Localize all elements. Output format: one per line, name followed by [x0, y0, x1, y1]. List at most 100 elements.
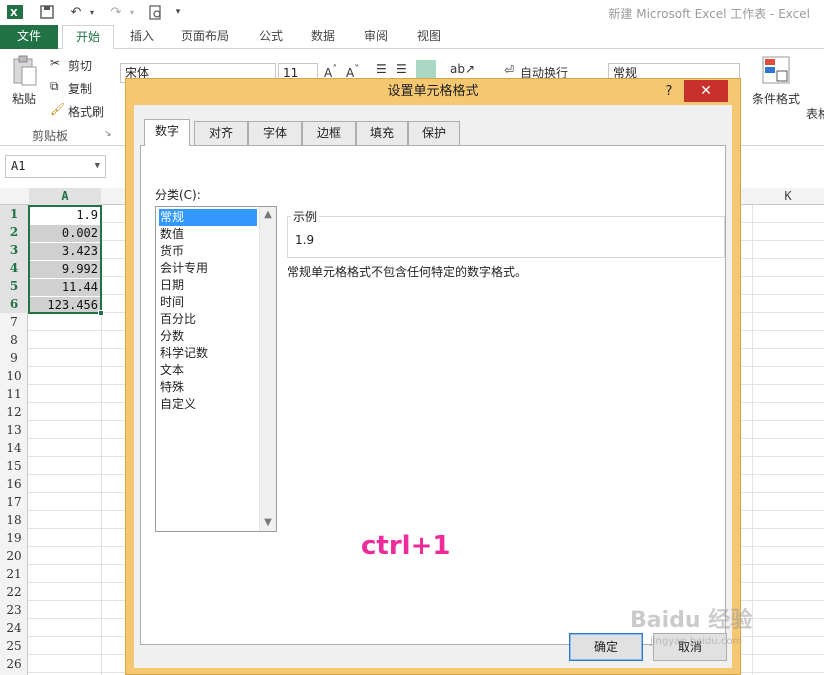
sample-value: 1.9 [295, 233, 315, 247]
row-header-21[interactable]: 21 [0, 565, 28, 583]
orientation-icon[interactable]: ab↗ [450, 62, 475, 76]
category-item-number[interactable]: 数值 [159, 226, 257, 243]
redo-icon[interactable]: ↷ [106, 3, 126, 21]
fill-handle[interactable] [98, 310, 104, 316]
row-header-22[interactable]: 22 [0, 583, 28, 601]
app-title: 新建 Microsoft Excel 工作表 - Excel [608, 7, 810, 21]
category-item-fraction[interactable]: 分数 [159, 328, 257, 345]
row-header-20[interactable]: 20 [0, 547, 28, 565]
row-header-10[interactable]: 10 [0, 367, 28, 385]
tab-fill[interactable]: 填充 [356, 121, 408, 145]
row-header-26[interactable]: 26 [0, 655, 28, 673]
customize-toolbar-icon[interactable]: ▾ [172, 3, 184, 21]
tab-font[interactable]: 字体 [248, 121, 302, 145]
format-painter-icon[interactable]: 🖌 [50, 102, 65, 116]
row-header-1[interactable]: 1 [0, 205, 28, 223]
row-header-16[interactable]: 16 [0, 475, 28, 493]
row-header-11[interactable]: 11 [0, 385, 28, 403]
tab-file[interactable]: 文件 [0, 25, 58, 49]
align-top-icon[interactable]: ☰ [376, 62, 387, 76]
tab-review[interactable]: 审阅 [352, 25, 400, 49]
save-icon[interactable] [36, 3, 58, 21]
conditional-format-button[interactable]: 条件格式 [752, 90, 800, 107]
tab-page-layout[interactable]: 页面布局 [170, 25, 240, 49]
tab-number[interactable]: 数字 [144, 119, 190, 146]
row-header-24[interactable]: 24 [0, 619, 28, 637]
undo-icon[interactable]: ↶ [66, 3, 86, 21]
dialog-title: 设置单元格格式 [387, 84, 479, 99]
row-header-9[interactable]: 9 [0, 349, 28, 367]
row-header-14[interactable]: 14 [0, 439, 28, 457]
ok-button[interactable]: 确定 [569, 633, 643, 661]
format-painter-button[interactable]: 格式刷 [68, 103, 104, 120]
cut-button[interactable]: 剪切 [68, 57, 92, 74]
copy-button[interactable]: 复制 [68, 80, 92, 97]
conditional-format-icon[interactable] [762, 56, 790, 87]
row-header-19[interactable]: 19 [0, 529, 28, 547]
tab-formulas[interactable]: 公式 [248, 25, 294, 49]
number-tab-panel: 分类(C): 常规 数值 货币 会计专用 日期 时间 百分比 分数 科学记数 文… [140, 145, 726, 645]
dialog-body: 数字 对齐 字体 边框 填充 保护 分类(C): 常规 数值 货币 会计专用 日… [134, 105, 732, 668]
category-list[interactable]: 常规 数值 货币 会计专用 日期 时间 百分比 分数 科学记数 文本 特殊 自定… [155, 206, 277, 532]
row-header-8[interactable]: 8 [0, 331, 28, 349]
column-header-a[interactable]: A [29, 188, 101, 205]
tab-data[interactable]: 数据 [300, 25, 346, 49]
align-middle-icon[interactable]: ☰ [396, 62, 407, 76]
wrap-text-icon[interactable]: ⏎ [504, 63, 514, 77]
help-button[interactable]: ? [660, 82, 678, 102]
category-item-custom[interactable]: 自定义 [159, 396, 257, 413]
tab-home[interactable]: 开始 [62, 25, 114, 50]
table-format-button[interactable]: 表格 [806, 105, 824, 122]
category-scrollbar[interactable]: ▲ ▼ [259, 207, 276, 531]
close-button[interactable]: ✕ [684, 80, 728, 102]
row-header-25[interactable]: 25 [0, 637, 28, 655]
category-item-scientific[interactable]: 科学记数 [159, 345, 257, 362]
sample-group [287, 216, 725, 258]
row-header-18[interactable]: 18 [0, 511, 28, 529]
row-header-3[interactable]: 3 [0, 241, 28, 259]
tab-alignment[interactable]: 对齐 [194, 121, 248, 145]
row-header-15[interactable]: 15 [0, 457, 28, 475]
clipboard-launcher-icon[interactable]: ↘ [104, 129, 112, 139]
row-header-13[interactable]: 13 [0, 421, 28, 439]
column-header-k[interactable]: K [752, 188, 824, 205]
cut-icon[interactable]: ✂ [50, 56, 60, 70]
name-box[interactable]: A1 ▼ [5, 155, 106, 178]
tab-view[interactable]: 视图 [406, 25, 452, 49]
category-item-general[interactable]: 常规 [159, 209, 257, 226]
row-header-5[interactable]: 5 [0, 277, 28, 295]
paste-button[interactable]: 粘贴 [12, 90, 36, 107]
row-header-17[interactable]: 17 [0, 493, 28, 511]
undo-dropdown-icon[interactable]: ▾ [86, 3, 98, 21]
category-label: 分类(C): [155, 188, 201, 202]
svg-text:X: X [10, 8, 18, 19]
row-header-7[interactable]: 7 [0, 313, 28, 331]
category-item-percentage[interactable]: 百分比 [159, 311, 257, 328]
sample-label: 示例 [291, 208, 320, 225]
title-bar: X ↶ ▾ ↷ ▾ ▾ 新建 Microsoft Excel 工作表 - Exc… [0, 0, 824, 25]
baidu-watermark: Baidu 经验 [630, 608, 753, 633]
align-bottom-icon[interactable] [416, 60, 436, 78]
print-preview-icon[interactable] [146, 3, 166, 21]
row-header-2[interactable]: 2 [0, 223, 28, 241]
row-header-4[interactable]: 4 [0, 259, 28, 277]
category-item-special[interactable]: 特殊 [159, 379, 257, 396]
tab-insert[interactable]: 插入 [118, 25, 166, 49]
copy-icon[interactable]: ⧉ [50, 79, 59, 94]
row-header-23[interactable]: 23 [0, 601, 28, 619]
clipboard-group-label: 剪贴板 [32, 129, 69, 143]
category-item-accounting[interactable]: 会计专用 [159, 260, 257, 277]
category-item-date[interactable]: 日期 [159, 277, 257, 294]
row-header-6[interactable]: 6 [0, 295, 28, 313]
category-item-currency[interactable]: 货币 [159, 243, 257, 260]
category-item-text[interactable]: 文本 [159, 362, 257, 379]
redo-dropdown-icon[interactable]: ▾ [126, 3, 138, 21]
tab-protection[interactable]: 保护 [408, 121, 460, 145]
tab-border[interactable]: 边框 [302, 121, 356, 145]
category-item-time[interactable]: 时间 [159, 294, 257, 311]
scroll-up-icon[interactable]: ▲ [260, 207, 276, 223]
scroll-down-icon[interactable]: ▼ [260, 515, 276, 531]
row-header-12[interactable]: 12 [0, 403, 28, 421]
name-box-dropdown-icon[interactable]: ▼ [95, 156, 100, 177]
paste-icon[interactable] [12, 55, 38, 90]
